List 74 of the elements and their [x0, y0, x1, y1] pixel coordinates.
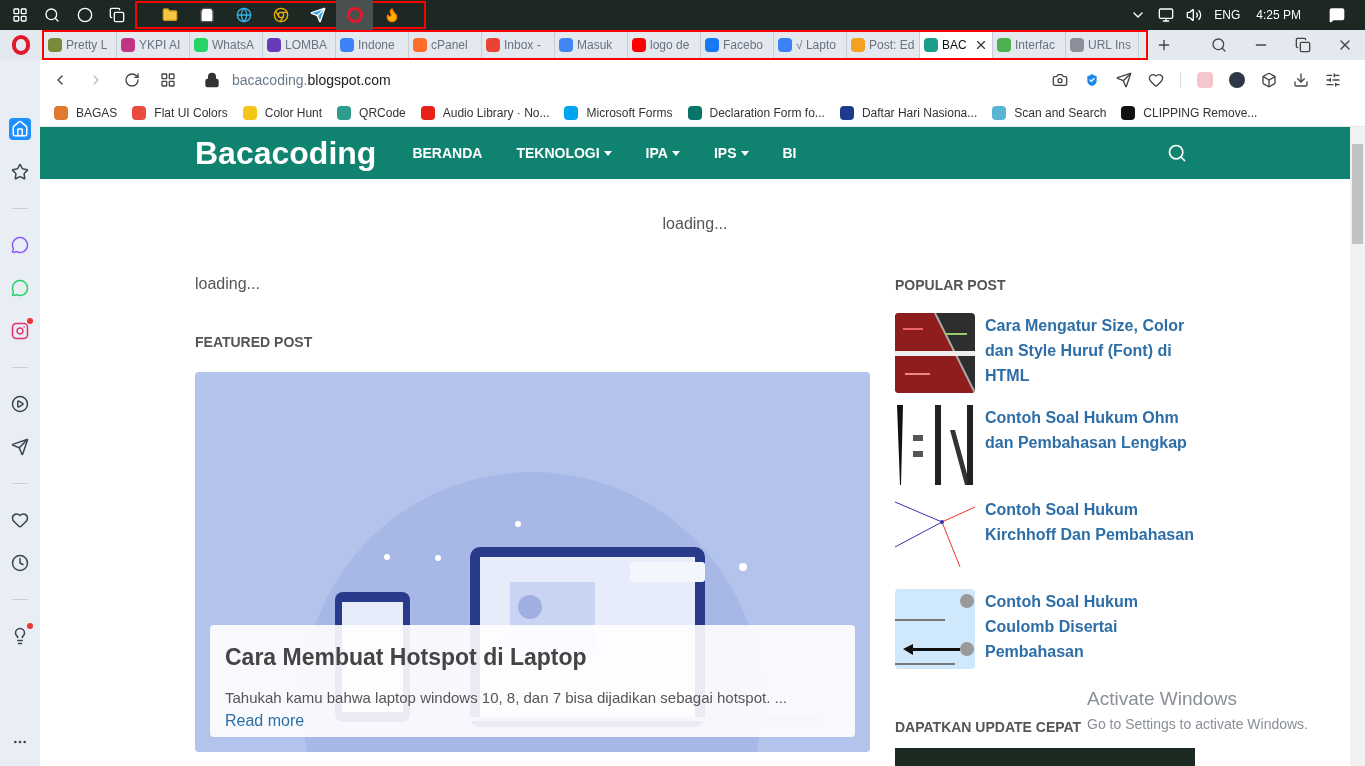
bookmark[interactable]: Flat UI Colors — [132, 104, 228, 122]
browser-tab[interactable]: Indone — [336, 32, 409, 58]
browser-tab[interactable]: logo de — [628, 32, 701, 58]
browser-tab[interactable]: WhatsA — [190, 32, 263, 58]
bookmark-title: Flat UI Colors — [154, 105, 228, 122]
activation-title: Activate Windows — [1087, 687, 1238, 711]
tab-title: Pretty L — [66, 37, 108, 54]
featured-post[interactable]: Cara Membuat Hotspot di Laptop Tahukah kamu bahwa laptop windows 10, 8, dan 7 bisa dijadikan sebagai hotspot. ... Read more — [195, 372, 870, 752]
tab-title: Post: Ed — [869, 37, 915, 54]
bookmark[interactable]: BAGAS — [54, 104, 118, 122]
bookmark-title: CLIPPING Remove... — [1143, 105, 1258, 122]
bookmark[interactable]: Microsoft Forms — [564, 104, 673, 122]
post-link[interactable]: Contoh Soal Hukum Coulomb Disertai Pembahasan — [985, 589, 1195, 669]
tab-title: LOMBA — [285, 37, 327, 54]
bookmark-title: Color Hunt — [264, 105, 323, 122]
bookmark-title: Scan and Search — [1014, 105, 1107, 122]
clock-time[interactable]: 4:25 PM — [1256, 6, 1301, 24]
post-link[interactable]: Contoh Soal Hukum Kirchhoff Dan Pembahasan — [985, 497, 1195, 577]
loading-text: loading... — [195, 274, 261, 294]
tab-title: Indone — [358, 37, 395, 54]
browser-tab[interactable]: √ Lapto — [774, 32, 847, 58]
loading-text: loading... — [661, 214, 729, 234]
browser-tab[interactable]: LOMBA — [263, 32, 336, 58]
bookmark-title: Microsoft Forms — [586, 105, 673, 122]
bookmark[interactable]: Audio Library · No... — [420, 104, 550, 122]
tab-title: Masuk — [577, 37, 613, 54]
section-heading: DAPATKAN UPDATE CEPAT — [895, 718, 1082, 737]
bookmark-title: QRCode — [359, 105, 406, 122]
post-title[interactable]: Cara Membuat Hotspot di Laptop — [225, 640, 840, 675]
nav-link[interactable]: BERANDA — [412, 142, 483, 164]
tab-title: BAC — [942, 37, 967, 54]
browser-tab[interactable]: BAC — [920, 32, 993, 58]
tab-title: Interfac — [1015, 37, 1056, 54]
bookmark[interactable]: Declaration Form fo... — [687, 104, 825, 122]
site-logo[interactable]: Bacacoding — [195, 129, 377, 177]
post-link[interactable]: Cara Mengatur Size, Color dan Style Huruf (Font) di HTML — [985, 313, 1195, 393]
section-heading: FEATURED POST — [195, 333, 314, 352]
nav-link[interactable]: BI — [782, 142, 797, 164]
browser-tab[interactable]: Interfac — [993, 32, 1066, 58]
nav-link[interactable]: TEKNOLOGI — [516, 142, 612, 164]
tab-title: Inbox - — [504, 37, 541, 54]
browser-tab[interactable]: Facebo — [701, 32, 774, 58]
browser-tab[interactable]: URL Ins — [1066, 32, 1139, 58]
url-text: bacacoding.blogspot.com — [232, 71, 391, 88]
bookmark[interactable]: Color Hunt — [242, 104, 323, 122]
browser-tab[interactable]: Inbox - — [482, 32, 555, 58]
bookmark[interactable]: Scan and Search — [992, 104, 1107, 122]
browser-tab[interactable]: Masuk — [555, 32, 628, 58]
post-link[interactable]: Contoh Soal Hukum Ohm dan Pembahasan Lengkap — [985, 405, 1195, 485]
browser-tab[interactable]: Pretty L — [44, 32, 117, 58]
browser-tab[interactable]: YKPI AI — [117, 32, 190, 58]
tab-title: cPanel — [431, 37, 468, 54]
tab-title: √ Lapto — [796, 37, 836, 54]
tab-title: logo de — [650, 37, 690, 54]
tab-title: YKPI AI — [139, 37, 181, 54]
bookmark-title: Audio Library · No... — [442, 105, 550, 122]
nav-link[interactable]: IPA — [645, 142, 680, 164]
tab-title: Facebo — [723, 37, 764, 54]
bookmark-title: Daftar Hari Nasiona... — [861, 105, 978, 122]
url-field[interactable]: bacacoding.blogspot.com — [232, 69, 1032, 91]
nav-link[interactable]: IPS — [713, 142, 749, 164]
bookmark[interactable]: CLIPPING Remove... — [1121, 104, 1258, 122]
language-indicator[interactable]: ENG — [1214, 6, 1241, 24]
bookmark-title: Declaration Form fo... — [709, 105, 825, 122]
browser-tab[interactable]: cPanel — [409, 32, 482, 58]
tab-title: WhatsA — [212, 37, 254, 54]
section-heading: POPULAR POST — [895, 276, 1007, 295]
bookmark[interactable]: QRCode — [337, 104, 406, 122]
tab-title: URL Ins — [1088, 37, 1131, 54]
post-excerpt: Tahukah kamu bahwa laptop windows 10, 8, dan 7 bisa dijadikan sebagai hotspot. ... — [225, 687, 789, 708]
activation-subtitle: Go to Settings to activate Windows. — [1087, 714, 1308, 734]
read-more-link[interactable]: Read more — [225, 712, 305, 729]
bookmark-title: BAGAS — [76, 105, 118, 122]
bookmark[interactable]: Daftar Hari Nasiona... — [839, 104, 978, 122]
